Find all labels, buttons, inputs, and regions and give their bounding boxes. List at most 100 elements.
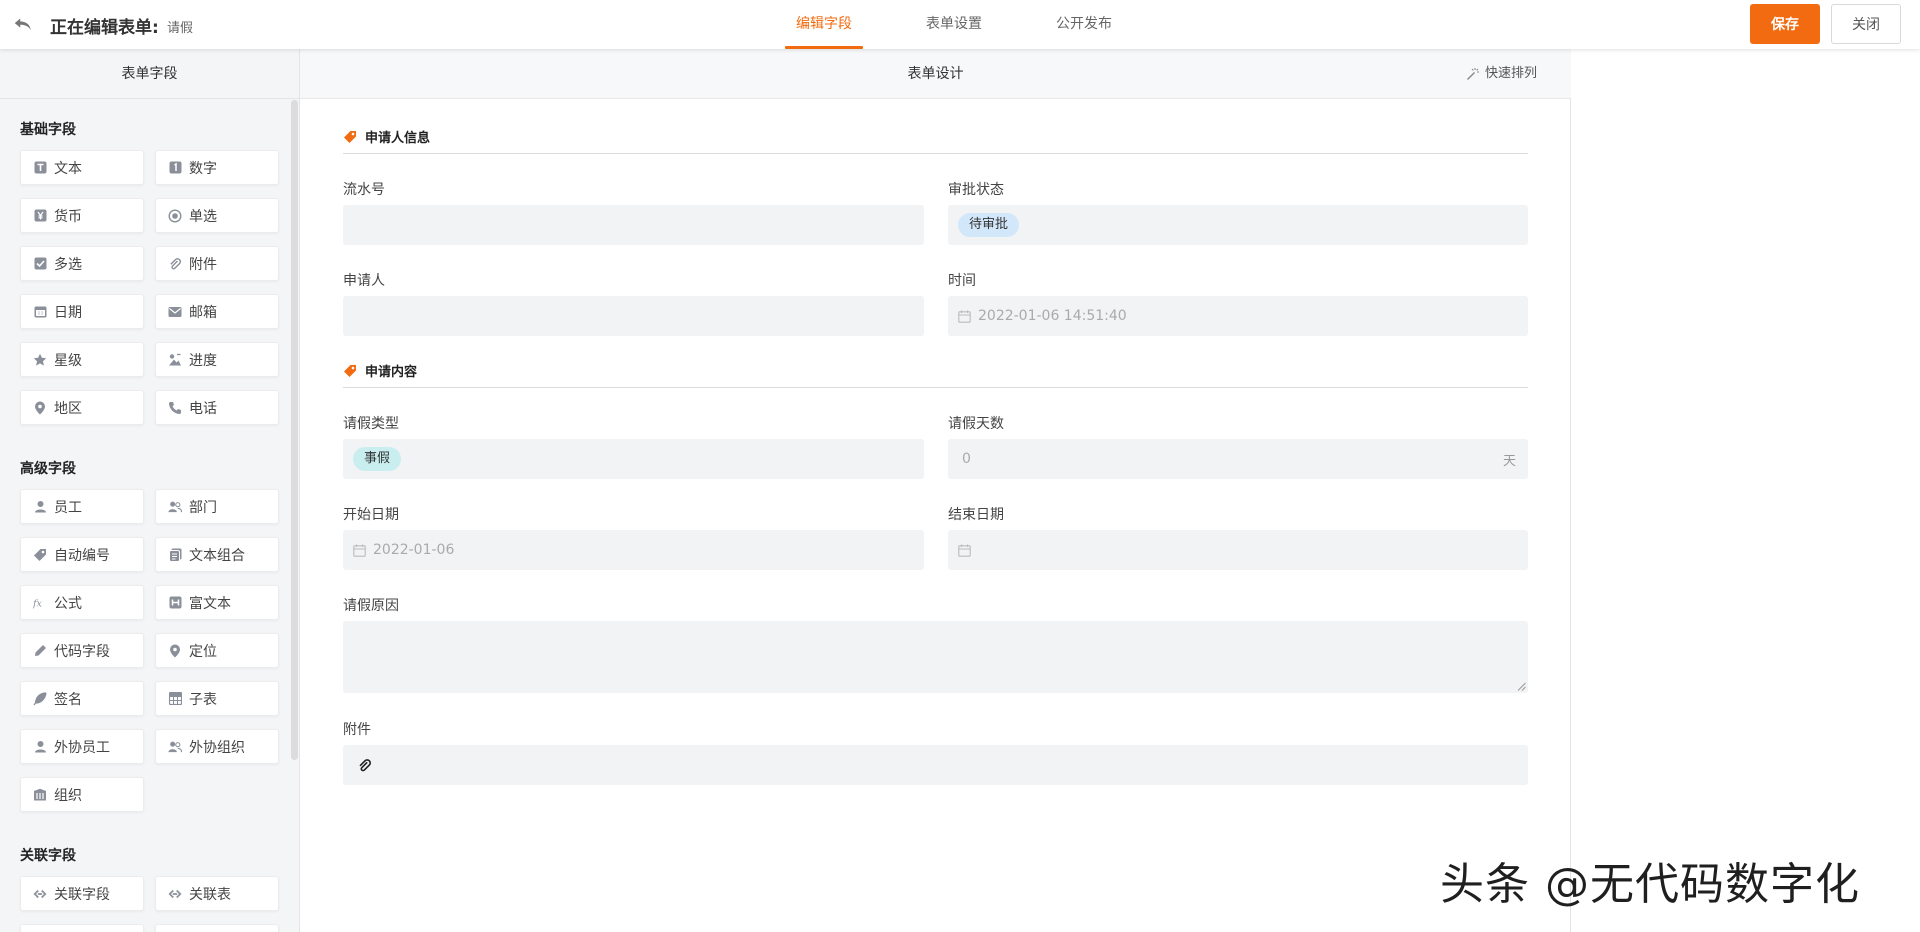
- field-label-leave-type: 请假类型: [343, 416, 399, 432]
- field-btn-partial-1[interactable]: [20, 924, 144, 932]
- top-tabs: 编辑字段 表单设置 公开发布: [785, 0, 1175, 49]
- tag-icon: [344, 130, 356, 143]
- tag-icon: [33, 548, 47, 562]
- field-label-reason: 请假原因: [343, 598, 399, 614]
- field-btn-partial-2[interactable]: [155, 924, 279, 932]
- field-btn-formula[interactable]: fx 公式: [20, 585, 144, 620]
- field-btn-radio[interactable]: 单选: [155, 198, 279, 233]
- field-btn-attachment[interactable]: 附件: [155, 246, 279, 281]
- paperclip-icon[interactable]: [357, 758, 372, 773]
- calendar-icon: [353, 544, 366, 557]
- calendar-icon: [958, 310, 971, 323]
- tab-edit-fields[interactable]: 编辑字段: [785, 0, 863, 49]
- field-btn-location[interactable]: 定位: [155, 633, 279, 668]
- field-btn-checkbox[interactable]: 多选: [20, 246, 144, 281]
- field-btn-subtable[interactable]: 子表: [155, 681, 279, 716]
- field-btn-phone[interactable]: 电话: [155, 390, 279, 425]
- field-btn-progress[interactable]: 进度: [155, 342, 279, 377]
- field-btn-number[interactable]: 数字: [155, 150, 279, 185]
- time-input[interactable]: 2022-01-06 14:51:40: [948, 296, 1528, 336]
- field-label-end-date: 结束日期: [948, 507, 1004, 523]
- serial-input[interactable]: [343, 205, 924, 245]
- text-combine-icon: [168, 548, 182, 562]
- tab-form-settings[interactable]: 表单设置: [915, 0, 993, 49]
- section-divider: [343, 153, 1528, 154]
- status-select[interactable]: 待审批: [948, 205, 1528, 245]
- field-btn-outsourced-employee[interactable]: 外协员工: [20, 729, 144, 764]
- paperclip-icon: [168, 257, 182, 271]
- building-icon: [33, 788, 47, 802]
- field-palette-title: 表单字段: [0, 49, 299, 99]
- start-date-input[interactable]: 2022-01-06: [343, 530, 924, 570]
- group-title-basic: 基础字段: [20, 122, 76, 138]
- save-button[interactable]: 保存: [1750, 4, 1820, 44]
- calendar-icon: [958, 544, 971, 557]
- field-btn-rating[interactable]: 星级: [20, 342, 144, 377]
- field-label-applicant: 申请人: [343, 273, 385, 289]
- link-icon: [168, 887, 182, 901]
- form-design-canvas: 表单设计 快速排列 申请人信息 流水号 审批状态 待审批 申请人 时间 2022…: [300, 49, 1571, 932]
- field-label-status: 审批状态: [948, 182, 1004, 198]
- quick-sort-button[interactable]: 快速排列: [1466, 49, 1537, 99]
- user-icon: [33, 740, 47, 754]
- mail-icon: [168, 305, 182, 319]
- field-btn-region[interactable]: 地区: [20, 390, 144, 425]
- field-btn-code[interactable]: 代码字段: [20, 633, 144, 668]
- field-btn-signature[interactable]: 签名: [20, 681, 144, 716]
- magic-wand-icon: [1467, 68, 1479, 80]
- feather-icon: [33, 691, 47, 706]
- field-btn-department[interactable]: 部门: [155, 489, 279, 524]
- status-badge: 待审批: [958, 213, 1020, 237]
- field-label-time: 时间: [948, 273, 976, 289]
- currency-icon: [33, 209, 47, 223]
- back-arrow-icon[interactable]: [12, 13, 34, 35]
- link-icon: [33, 887, 47, 901]
- field-btn-rich-text[interactable]: 富文本: [155, 585, 279, 620]
- close-button[interactable]: 关闭: [1831, 4, 1901, 44]
- phone-icon: [168, 401, 182, 415]
- field-btn-email[interactable]: 邮箱: [155, 294, 279, 329]
- palette-scrollbar[interactable]: [291, 100, 298, 760]
- location-pin-icon: [168, 644, 182, 658]
- field-label-serial: 流水号: [343, 182, 385, 198]
- field-btn-currency[interactable]: 货币: [20, 198, 144, 233]
- field-btn-outsourced-org[interactable]: 外协组织: [155, 729, 279, 764]
- field-btn-date[interactable]: 日期: [20, 294, 144, 329]
- reason-textarea[interactable]: [343, 621, 1528, 693]
- location-pin-icon: [33, 401, 47, 415]
- svg-text:fx: fx: [33, 598, 43, 609]
- field-btn-organization[interactable]: 组织: [20, 777, 144, 812]
- leave-type-select[interactable]: 事假: [343, 439, 924, 479]
- end-date-input[interactable]: [948, 530, 1528, 570]
- checkbox-icon: [33, 257, 47, 271]
- number-icon: [168, 161, 182, 175]
- leave-days-unit: 天: [1502, 454, 1516, 469]
- field-palette: 表单字段 基础字段 文本 数字 货币 单选 多选 附件 日期 邮箱 星级 进度: [0, 49, 300, 932]
- attachment-upload[interactable]: [343, 745, 1528, 785]
- user-icon: [33, 500, 47, 514]
- section-title-content: 申请内容: [343, 361, 417, 380]
- users-icon: [168, 500, 182, 514]
- radio-icon: [168, 208, 182, 223]
- form-name: 请假: [167, 21, 194, 36]
- progress-icon: [168, 353, 182, 367]
- resize-handle-icon[interactable]: [1517, 682, 1526, 691]
- rich-text-icon: [168, 596, 182, 610]
- leave-type-badge: 事假: [353, 447, 402, 471]
- calendar-icon: [33, 305, 47, 319]
- field-btn-text[interactable]: 文本: [20, 150, 144, 185]
- field-btn-auto-number[interactable]: 自动编号: [20, 537, 144, 572]
- field-btn-relation-table[interactable]: 关联表: [155, 876, 279, 911]
- field-btn-text-combine[interactable]: 文本组合: [155, 537, 279, 572]
- group-title-relation: 关联字段: [20, 848, 76, 864]
- form-design-header: 表单设计 快速排列: [300, 49, 1571, 99]
- section-title-applicant: 申请人信息: [343, 127, 430, 146]
- applicant-input[interactable]: [343, 296, 924, 336]
- field-btn-relation-field[interactable]: 关联字段: [20, 876, 144, 911]
- tab-publish[interactable]: 公开发布: [1045, 0, 1123, 49]
- group-title-advanced: 高级字段: [20, 461, 76, 477]
- field-label-start-date: 开始日期: [343, 507, 399, 523]
- section-divider: [343, 387, 1528, 388]
- leave-days-input[interactable]: 0 天: [948, 439, 1528, 479]
- field-btn-employee[interactable]: 员工: [20, 489, 144, 524]
